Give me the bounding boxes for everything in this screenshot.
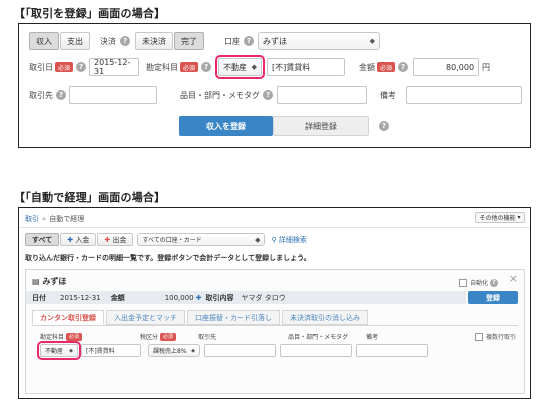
required-badge: 必須 — [180, 62, 199, 72]
filter-out-button[interactable]: ✚ 出金 — [97, 233, 134, 246]
section-heading-auto: 【「自動で経理」画面の場合】 — [14, 191, 166, 204]
income-icon: ✚ — [195, 293, 202, 302]
item-tag-input[interactable] — [280, 344, 352, 357]
entry-inputs-row: 不動産 ◆ [不]賃貸料 課税売上8% ◆ — [37, 341, 428, 360]
bank-icon: ▤ — [32, 277, 40, 286]
account-filter-select[interactable]: すべての口座・カード ◆ — [137, 233, 266, 246]
chevron-down-icon: ▾ — [517, 214, 521, 221]
tab-account-transfer[interactable]: 口座振替・カード引落し — [187, 310, 280, 325]
item-tag-input[interactable] — [277, 86, 367, 104]
other-functions-dropdown[interactable]: その他の機能 ▾ — [475, 212, 525, 223]
column-headers: 勘定科目 必須 税区分 必須 取引先 品目・部門・メモタグ 備考 — [40, 332, 379, 341]
description-text: 取り込んだ銀行・カードの明細一覧です。登録ボタンで会計データとして登録しましょう… — [25, 254, 311, 262]
account-select[interactable]: みずほ ◆ — [258, 32, 380, 50]
section-heading-register: 【「取引を登録」画面の場合】 — [14, 7, 166, 20]
settle-label: 決済 — [100, 36, 116, 46]
help-icon[interactable]: ? — [244, 36, 254, 46]
tab-match-schedule[interactable]: 入出金予定とマッチ — [106, 310, 185, 325]
partner-input[interactable] — [204, 344, 276, 357]
required-badge: 必須 — [55, 62, 74, 72]
note-input[interactable] — [356, 344, 428, 357]
multi-row-toggle[interactable]: 複数行取引 — [474, 332, 516, 341]
help-icon[interactable]: ? — [76, 62, 87, 72]
tab-unsettled-clear[interactable]: 未決済取引の消し込み — [282, 310, 368, 325]
settle-complete-button[interactable]: 完了 — [174, 32, 204, 50]
category-select[interactable]: 不動産 ◆ — [215, 55, 266, 79]
date-label: 取引日 — [29, 62, 53, 72]
transaction-amount: 100,000 — [164, 293, 194, 302]
help-icon[interactable]: ? — [263, 90, 273, 100]
arrow-up-icon: ✚ — [67, 235, 74, 244]
arrow-down-icon: ✚ — [104, 235, 111, 244]
item-tag-label: 品目・部門・メモタグ — [180, 90, 260, 100]
category-description-input[interactable]: [不]賃貸料 — [81, 344, 141, 357]
transaction-content: ヤマダ タロウ — [241, 293, 286, 302]
type-income-button[interactable]: 収入 — [29, 32, 59, 50]
filter-in-button[interactable]: ✚ 入金 — [60, 233, 97, 246]
type-expense-button[interactable]: 支出 — [60, 32, 90, 50]
note-label: 備考 — [380, 90, 396, 100]
select-caret-icon: ◆ — [369, 37, 375, 45]
search-icon: ⚲ — [271, 235, 277, 244]
auto-toggle[interactable]: 自動化 ? — [459, 278, 498, 287]
select-caret-icon: ◆ — [255, 235, 261, 244]
breadcrumb: 取引 » 自動で経理 — [25, 214, 85, 224]
breadcrumb-current: 自動で経理 — [49, 215, 85, 223]
tab-quick-register[interactable]: カンタン取引登録 — [32, 310, 104, 325]
help-icon[interactable]: ? — [201, 62, 212, 72]
help-icon[interactable]: ? — [56, 90, 66, 100]
currency-label: 円 — [482, 62, 491, 72]
amount-label: 金額 — [359, 62, 376, 72]
transaction-info-row: 日付 2015-12-31 金額 100,000 ✚ 取引内容 ヤマダ タロウ — [26, 291, 466, 304]
auto-accounting-panel: 取引 » 自動で経理 その他の機能 ▾ すべて ✚ 入金 ✚ 出金 すべての口座・… — [18, 207, 531, 399]
amount-input[interactable]: 80,000 — [413, 58, 480, 76]
help-icon[interactable]: ? — [398, 62, 409, 72]
bank-name: ▤ みずほ — [32, 277, 67, 286]
divider — [19, 227, 530, 228]
category-label: 勘定科目 — [146, 62, 179, 72]
help-icon[interactable]: ? — [379, 121, 389, 131]
tax-select[interactable]: 課税売上8% ◆ — [148, 344, 200, 357]
note-input[interactable] — [406, 86, 522, 104]
help-icon[interactable]: ? — [490, 278, 498, 287]
entry-tabs: カンタン取引登録 入出金予定とマッチ 口座振替・カード引落し 未決済取引の消し込… — [32, 310, 370, 325]
settle-unsettled-button[interactable]: 未決済 — [135, 32, 173, 50]
detail-register-button[interactable]: 詳細登録 — [273, 116, 369, 136]
partner-label: 取引先 — [29, 90, 53, 100]
category-select[interactable]: 不動産 ◆ — [37, 341, 81, 360]
close-icon[interactable]: × — [509, 272, 518, 285]
select-caret-icon: ◆ — [191, 347, 195, 354]
detail-search-link[interactable]: ⚲ 詳細検索 — [271, 235, 306, 245]
required-badge: 必須 — [377, 62, 396, 72]
statement-card: ▤ みずほ 自動化 ? × 日付 2015-12-31 金額 100,000 ✚… — [25, 269, 525, 394]
select-caret-icon: ◆ — [69, 347, 73, 354]
filter-all-button[interactable]: すべて — [25, 233, 60, 246]
select-caret-icon: ◆ — [251, 63, 258, 71]
divider — [32, 325, 518, 326]
register-income-button[interactable]: 収入を登録 — [179, 116, 273, 136]
help-icon[interactable]: ? — [120, 36, 130, 46]
category-description-input[interactable]: [不]賃貸料 — [267, 58, 346, 76]
register-button[interactable]: 登録 — [468, 291, 518, 304]
breadcrumb-link[interactable]: 取引 — [25, 214, 39, 224]
date-input[interactable]: 2015-12-31 — [89, 58, 140, 76]
partner-input[interactable] — [69, 86, 157, 104]
account-label: 口座 — [224, 36, 240, 46]
transaction-date: 2015-12-31 — [60, 293, 101, 302]
register-transaction-panel: 収入 支出 決済 ? 未決済 完了 口座 ? みずほ ◆ 取引日 必須 ? 201… — [18, 23, 531, 148]
